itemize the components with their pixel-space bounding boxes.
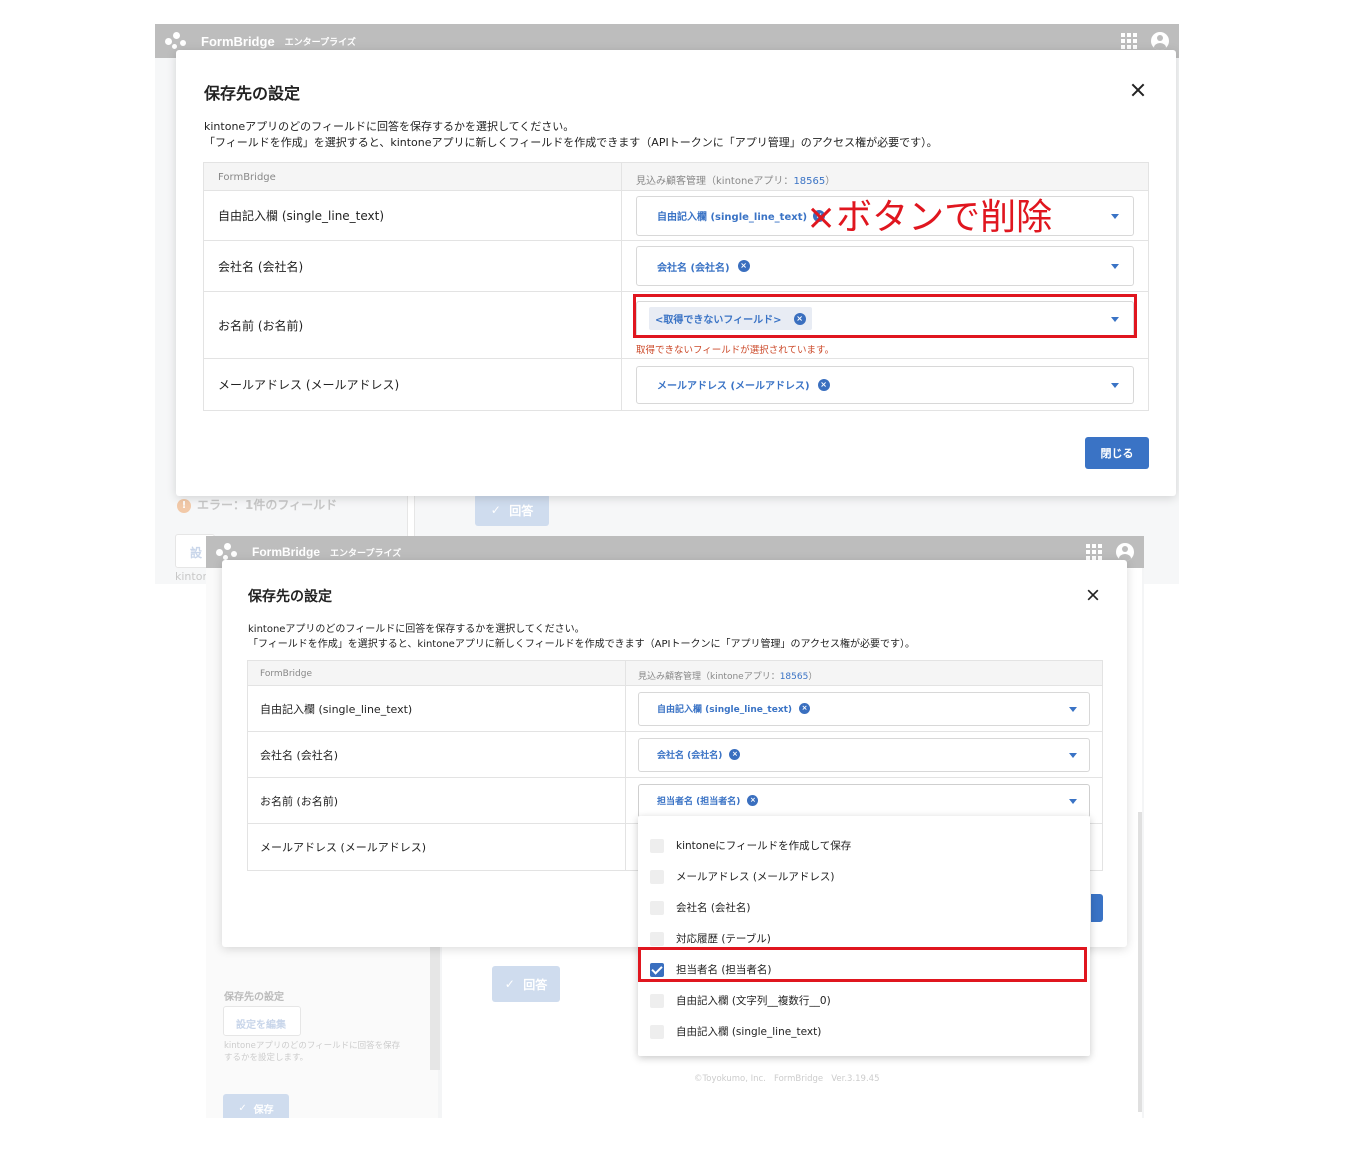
field-error-message: 取得できないフィールドが選択されています。: [636, 344, 835, 356]
brand-name: FormBridge: [252, 545, 321, 559]
save-destination-dialog: 保存先の設定 kintoneアプリのどのフィールドに回答を保存するかを選択してく…: [176, 50, 1176, 496]
table-header: FormBridge 見込み顧客管理（kintoneアプリ：18565）: [248, 661, 1102, 686]
table-row: お名前 (お名前) <取得できないフィールド> × 取得できないフィールドが選択さ…: [204, 292, 1148, 359]
brand-name: FormBridge: [201, 33, 275, 49]
formbridge-field-label: お名前 (お名前): [248, 778, 626, 823]
selected-field-chip: <取得できないフィールド> ×: [649, 307, 812, 330]
chevron-down-icon: [1069, 798, 1077, 804]
selected-field-chip: メールアドレス (メールアドレス) ×: [657, 377, 830, 392]
dropdown-option[interactable]: 自由記入欄 (文字列__複数行__0): [638, 985, 1090, 1016]
close-icon[interactable]: [1085, 587, 1102, 604]
formbridge-field-label: 自由記入欄 (single_line_text): [204, 191, 622, 240]
apps-grid-icon[interactable]: [1086, 544, 1102, 560]
dropdown-option[interactable]: kintoneにフィールドを作成して保存: [638, 830, 1090, 861]
kintone-field-select[interactable]: 自由記入欄 (single_line_text) ×: [638, 691, 1090, 726]
checkbox-icon: [650, 838, 664, 853]
warning-icon: !: [177, 498, 191, 513]
chip-remove-icon[interactable]: ×: [737, 260, 750, 272]
answer-button-bg: ✓ 回答: [492, 966, 560, 1002]
checkbox-icon: [650, 900, 664, 915]
selected-field-chip: 会社名 (会社名) ×: [657, 259, 750, 274]
checkbox-icon: [650, 869, 664, 884]
bg-scrollbar: [430, 936, 440, 1070]
kintone-field-select[interactable]: 会社名 (会社名) ×: [638, 737, 1090, 772]
selected-field-chip: 会社名 (会社名) ×: [657, 748, 741, 761]
table-row: 会社名 (会社名) 会社名 (会社名) ×: [248, 732, 1102, 778]
column-formbridge: FormBridge: [204, 163, 622, 190]
chevron-down-icon: [1069, 706, 1077, 712]
check-icon: [650, 962, 664, 977]
bg-right-scrollbar: [1138, 812, 1142, 1112]
dropdown-option[interactable]: 会社名 (会社名): [638, 892, 1090, 923]
save-dest-heading-bg: 保存先の設定: [224, 992, 284, 1003]
dropdown-option[interactable]: 自由記入欄 (single_line_text): [638, 1016, 1090, 1047]
apps-grid-icon[interactable]: [1121, 33, 1137, 49]
dialog-description-line2: 「フィールドを作成」を選択すると、kintoneアプリに新しくフィールドを作成で…: [204, 136, 938, 149]
dialog-description-line2: 「フィールドを作成」を選択すると、kintoneアプリに新しくフィールドを作成で…: [248, 639, 915, 650]
chip-remove-icon[interactable]: ×: [799, 703, 811, 714]
dialog-description-line1: kintoneアプリのどのフィールドに回答を保存するかを選択してください。: [204, 120, 575, 133]
error-summary: ! エラー：1件のフィールド: [177, 496, 337, 513]
screenshot-bottom: FormBridge エンタープライズ 保存先の設定 設定を編集 kintone…: [206, 536, 1144, 1118]
dropdown-option[interactable]: メールアドレス (メールアドレス): [638, 861, 1090, 892]
formbridge-field-label: 自由記入欄 (single_line_text): [248, 686, 626, 731]
chevron-down-icon: [1069, 752, 1077, 758]
save-dest-help-bg: kintoneアプリのどのフィールドに回答を保存するかを設定します。: [224, 1041, 401, 1063]
kintone-field-select-open[interactable]: 担当者名 (担当者名) ×: [638, 783, 1090, 818]
checkbox-icon: [650, 993, 664, 1008]
chevron-down-icon: [1111, 316, 1119, 322]
field-options-dropdown: kintoneにフィールドを作成して保存 メールアドレス (メールアドレス) 会…: [638, 816, 1090, 1056]
answer-button-bg: ✓ 回答: [475, 494, 549, 526]
selected-field-chip: 担当者名 (担当者名) ×: [657, 794, 759, 807]
user-avatar-icon[interactable]: [1151, 32, 1169, 50]
formbridge-field-label: メールアドレス (メールアドレス): [248, 824, 626, 870]
table-row: メールアドレス (メールアドレス) メールアドレス (メールアドレス) ×: [204, 359, 1148, 410]
kintone-app-link[interactable]: 18565: [793, 176, 825, 187]
close-icon[interactable]: [1128, 80, 1148, 100]
save-button-bg: ✓ 保存: [223, 1094, 289, 1118]
annotation-delete-with-x: ×ボタンで削除: [806, 197, 1053, 238]
dialog-title: 保存先の設定: [248, 589, 332, 605]
kintone-field-select[interactable]: 会社名 (会社名) ×: [636, 246, 1134, 286]
footer-text: ©Toyokumo, Inc. FormBridge Ver.3.19.45: [694, 1074, 880, 1084]
chip-remove-icon[interactable]: ×: [793, 312, 806, 325]
dialog-title: 保存先の設定: [204, 84, 301, 103]
kintone-field-select[interactable]: メールアドレス (メールアドレス) ×: [636, 365, 1134, 404]
chip-remove-icon[interactable]: ×: [747, 795, 759, 806]
column-kintone: 見込み顧客管理（kintoneアプリ：18565）: [636, 176, 836, 187]
user-avatar-icon[interactable]: [1116, 543, 1134, 561]
selected-field-chip: 自由記入欄 (single_line_text) ×: [657, 702, 811, 715]
formbridge-logo-icon: [165, 31, 189, 51]
checkbox-icon: [650, 1024, 664, 1039]
kintone-app-link[interactable]: 18565: [780, 672, 809, 682]
formbridge-field-label: 会社名 (会社名): [248, 732, 626, 777]
chevron-down-icon: [1111, 382, 1119, 388]
column-kintone: 見込み顧客管理（kintoneアプリ：18565）: [638, 672, 818, 682]
chip-remove-icon[interactable]: ×: [817, 378, 830, 391]
table-row: 会社名 (会社名) 会社名 (会社名) ×: [204, 241, 1148, 292]
kintone-field-select-error[interactable]: <取得できないフィールド> ×: [636, 300, 1134, 337]
formbridge-logo-icon: [216, 542, 240, 562]
close-button[interactable]: 閉じる: [1085, 437, 1149, 469]
screenshot-top: FormBridge エンタープライズ ! エラー：1件のフィールド ✓ 回答 設…: [155, 24, 1179, 584]
formbridge-field-label: お名前 (お名前): [204, 292, 622, 358]
edition-label: エンタープライズ: [284, 37, 356, 48]
table-row: 自由記入欄 (single_line_text) 自由記入欄 (single_l…: [248, 686, 1102, 732]
formbridge-field-label: 会社名 (会社名): [204, 241, 622, 291]
kintone-label-bg: kinton: [175, 570, 210, 583]
table-header: FormBridge 見込み顧客管理（kintoneアプリ：18565）: [204, 163, 1148, 191]
column-formbridge: FormBridge: [248, 661, 626, 685]
edition-label: エンタープライズ: [330, 548, 402, 559]
formbridge-field-label: メールアドレス (メールアドレス): [204, 359, 622, 410]
chevron-down-icon: [1111, 213, 1119, 219]
chevron-down-icon: [1111, 264, 1119, 269]
dialog-description-line1: kintoneアプリのどのフィールドに回答を保存するかを選択してください。: [248, 624, 585, 635]
chip-remove-icon[interactable]: ×: [729, 749, 741, 760]
dropdown-option[interactable]: 対応履歴 (テーブル): [638, 923, 1090, 954]
close-button-partial[interactable]: [1091, 894, 1103, 922]
dropdown-option-selected[interactable]: 担当者名 (担当者名): [638, 954, 1090, 985]
checkbox-icon: [650, 931, 664, 946]
selected-field-chip: 自由記入欄 (single_line_text) ×: [657, 208, 826, 223]
edit-settings-button-bg: 設定を編集: [223, 1006, 301, 1036]
